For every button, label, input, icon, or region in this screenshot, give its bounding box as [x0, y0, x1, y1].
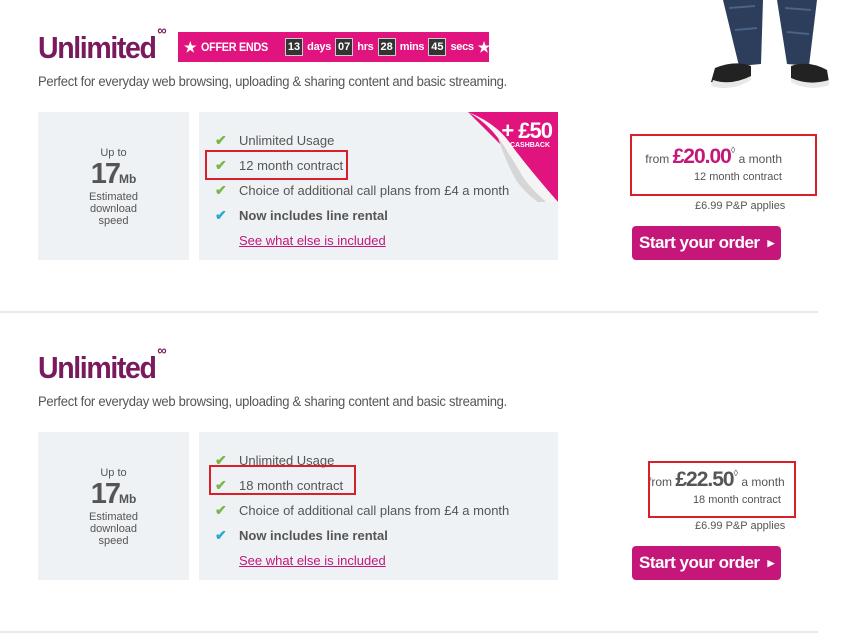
plan-description: Perfect for everyday web browsing, uploa… [38, 393, 507, 409]
infinity-icon: ∞ [157, 21, 167, 38]
check-icon: ✔ [215, 182, 227, 198]
countdown-secs: 45 [428, 38, 447, 56]
speed-unit: Mb [118, 172, 137, 186]
countdown-hours-label: hrs [357, 41, 374, 53]
star-icon: ★ [184, 38, 197, 55]
feature-item: ✔ Choice of additional call plans from £4… [215, 182, 510, 198]
see-more-link-row: See what else is included [215, 228, 509, 253]
chevron-right-icon: ▶ [767, 557, 775, 568]
postage-note: £6.99 P&P applies [695, 200, 786, 212]
postage-note: £6.99 P&P applies [695, 520, 786, 532]
check-icon: ✔ [215, 207, 227, 223]
countdown-secs-label: secs [450, 41, 474, 53]
speed-value: 17 [90, 478, 121, 510]
check-icon: ✔ [215, 527, 227, 543]
highlight-contract [209, 465, 356, 495]
start-order-button[interactable]: Start your order ▶ [632, 546, 781, 580]
speed-panel: Up to 17Mb Estimated download speed [38, 112, 189, 260]
star-icon: ★ [477, 38, 491, 55]
countdown-mins: 28 [377, 38, 396, 56]
feature-item: ✔ Choice of additional call plans from £4… [215, 502, 510, 518]
speed-panel: Up to 17Mb Estimated download speed [38, 432, 189, 580]
plan-title: Unlimited∞ [38, 341, 167, 385]
cashback-amount: + £50 [501, 118, 553, 143]
feature-item: ✔ Now includes line rental [215, 527, 388, 543]
check-icon: ✔ [215, 502, 227, 518]
countdown-hours: 07 [335, 38, 354, 56]
countdown-days: 13 [284, 38, 304, 56]
countdown-days-label: days [307, 41, 332, 53]
feature-item: ✔ Now includes line rental [215, 207, 388, 223]
speed-unit: Mb [118, 492, 137, 506]
plan-description: Perfect for everyday web browsing, uploa… [38, 73, 507, 89]
section-divider [0, 311, 818, 313]
offer-ends-label: OFFER ENDS [200, 40, 268, 54]
features-panel: ✔ Unlimited Usage ✔ 12 month contract ✔ Cho… [199, 112, 558, 260]
speed-value: 17 [90, 158, 121, 190]
cashback-label: CASHBACK [509, 142, 550, 149]
features-panel: ✔ Unlimited Usage ✔ 18 month contract ✔ Cho… [199, 432, 558, 580]
chevron-right-icon: ▶ [767, 237, 775, 248]
feature-list: ✔ Unlimited Usage ✔ 12 month contract ✔ Cho… [215, 128, 509, 253]
highlight-contract [205, 150, 348, 180]
see-more-link[interactable]: See what else is included [239, 233, 386, 248]
start-order-button[interactable]: Start your order ▶ [632, 226, 781, 260]
speed-label: Estimated download speed [89, 191, 138, 227]
speed-label: Estimated download speed [89, 511, 138, 547]
offer-countdown-banner: ★ OFFER ENDS 13 days 07 hrs 28 mins 45 s… [178, 32, 491, 62]
section-divider [0, 631, 818, 633]
person-image [711, 0, 829, 88]
see-more-link[interactable]: See what else is included [239, 553, 386, 568]
check-icon: ✔ [215, 132, 227, 148]
infinity-icon: ∞ [157, 341, 167, 358]
highlight-price [630, 134, 817, 196]
countdown-mins-label: mins [399, 41, 425, 53]
plan-title: Unlimited∞ [38, 21, 167, 65]
highlight-price [648, 461, 796, 518]
see-more-link-row: See what else is included [215, 548, 509, 573]
